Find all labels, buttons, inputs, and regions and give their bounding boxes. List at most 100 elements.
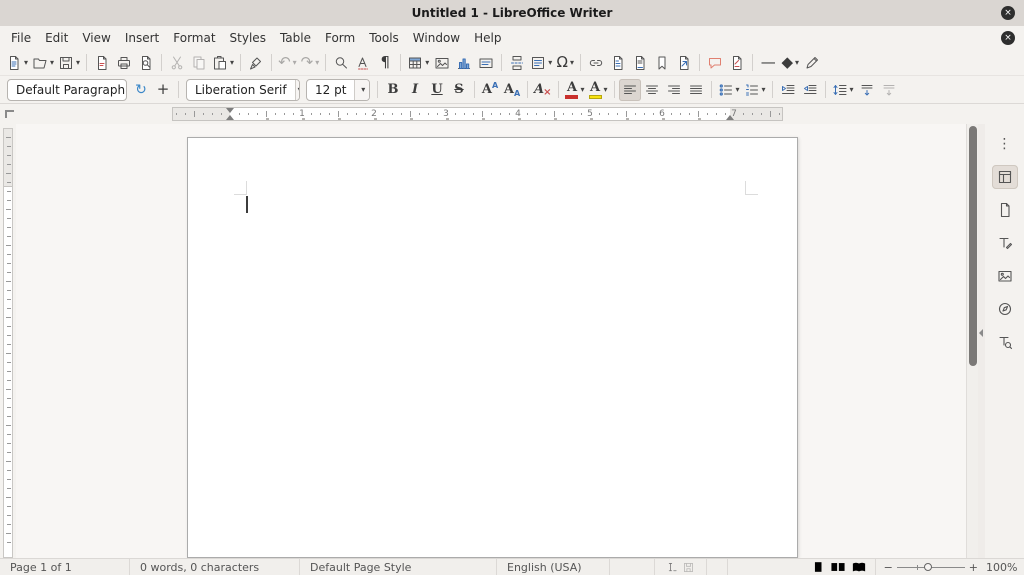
bookmark-button[interactable]: [651, 52, 673, 74]
dropdown-arrow-icon[interactable]: ▾: [293, 58, 297, 67]
zoom-out-button[interactable]: −: [884, 561, 893, 574]
dropdown-arrow-icon[interactable]: ▾: [736, 85, 740, 94]
selection-mode-icon[interactable]: [666, 561, 679, 574]
paragraph-spacing-button[interactable]: [856, 79, 878, 101]
dropdown-arrow-icon[interactable]: ▾: [230, 58, 234, 67]
endnote-button[interactable]: [629, 52, 651, 74]
insert-line-button[interactable]: —: [757, 52, 779, 74]
language-status[interactable]: English (USA): [497, 559, 610, 575]
zoom-in-button[interactable]: +: [969, 561, 978, 574]
track-changes-button[interactable]: [726, 52, 748, 74]
cross-reference-button[interactable]: [673, 52, 695, 74]
sidebar-tab-styles[interactable]: [992, 231, 1018, 255]
insert-chart-button[interactable]: [453, 52, 475, 74]
footnote-button[interactable]: [607, 52, 629, 74]
new-style-button[interactable]: +: [152, 79, 174, 101]
page-number-status[interactable]: Page 1 of 1: [0, 559, 130, 575]
dropdown-arrow-icon[interactable]: ▾: [50, 58, 54, 67]
underline-button[interactable]: U: [426, 79, 448, 101]
spelling-button[interactable]: [352, 52, 374, 74]
superscript-button[interactable]: AA: [479, 79, 501, 101]
dropdown-arrow-icon[interactable]: ▾: [762, 85, 766, 94]
bold-button[interactable]: B: [382, 79, 404, 101]
subscript-button[interactable]: AA: [501, 79, 523, 101]
update-style-button[interactable]: ↻: [130, 79, 152, 101]
sidebar-tab-style-inspector[interactable]: [992, 330, 1018, 354]
dropdown-arrow-icon[interactable]: ▾: [24, 58, 28, 67]
insert-textbox-button[interactable]: [475, 52, 497, 74]
italic-button[interactable]: I: [404, 79, 426, 101]
single-page-view-icon[interactable]: [811, 560, 825, 574]
formatting-marks-button[interactable]: ¶: [374, 52, 396, 74]
insert-image-button[interactable]: [431, 52, 453, 74]
page-style-status[interactable]: Default Page Style: [300, 559, 497, 575]
dropdown-arrow-icon[interactable]: ▾: [548, 58, 552, 67]
clear-formatting-button[interactable]: A×: [532, 79, 554, 101]
vertical-scrollbar[interactable]: [966, 124, 978, 558]
font-color-button[interactable]: A▾: [563, 79, 586, 101]
book-view-icon[interactable]: [851, 560, 867, 574]
line-spacing-button[interactable]: ▾: [830, 79, 856, 101]
dropdown-arrow-icon[interactable]: ▾: [850, 85, 854, 94]
right-margin-marker[interactable]: [726, 115, 734, 120]
menu-view[interactable]: View: [75, 28, 117, 48]
window-close-button[interactable]: ×: [1001, 6, 1015, 20]
new-document-button[interactable]: ▾: [4, 52, 30, 74]
export-pdf-button[interactable]: [91, 52, 113, 74]
zoom-slider-knob[interactable]: [924, 563, 932, 571]
open-button[interactable]: ▾: [30, 52, 56, 74]
paste-button[interactable]: ▾: [210, 52, 236, 74]
font-size-combo[interactable]: 12 pt ▾: [306, 79, 370, 101]
dropdown-arrow-icon[interactable]: ▾: [604, 85, 608, 94]
sidebar-tab-sidebar-settings[interactable]: ⋮: [992, 132, 1018, 156]
menu-form[interactable]: Form: [318, 28, 362, 48]
dropdown-arrow-icon[interactable]: ▾: [580, 85, 584, 94]
bullet-list-button[interactable]: ▾: [716, 79, 742, 101]
save-button[interactable]: ▾: [56, 52, 82, 74]
decrease-indent-button[interactable]: [799, 79, 821, 101]
numbered-list-button[interactable]: ▾: [742, 79, 768, 101]
menu-edit[interactable]: Edit: [38, 28, 75, 48]
zoom-slider[interactable]: [897, 567, 965, 568]
horizontal-ruler[interactable]: 1234567: [172, 107, 783, 121]
find-replace-button[interactable]: [330, 52, 352, 74]
sidebar-tab-navigator[interactable]: [992, 297, 1018, 321]
multi-page-view-icon[interactable]: [830, 560, 846, 574]
draw-functions-button[interactable]: [801, 52, 823, 74]
align-right-button[interactable]: [663, 79, 685, 101]
hyperlink-button[interactable]: [585, 52, 607, 74]
scrollbar-thumb[interactable]: [969, 126, 977, 366]
insert-table-button[interactable]: ▾: [405, 52, 431, 74]
page-break-button[interactable]: [506, 52, 528, 74]
highlight-color-button[interactable]: A▾: [587, 79, 610, 101]
align-center-button[interactable]: [641, 79, 663, 101]
clone-formatting-button[interactable]: [245, 52, 267, 74]
zoom-percentage[interactable]: 100%: [986, 561, 1024, 574]
menu-window[interactable]: Window: [406, 28, 467, 48]
menu-help[interactable]: Help: [467, 28, 508, 48]
menu-styles[interactable]: Styles: [223, 28, 273, 48]
left-margin-marker[interactable]: [226, 108, 234, 113]
dropdown-arrow-icon[interactable]: ▾: [76, 58, 80, 67]
font-name-combo[interactable]: Liberation Serif ▾: [186, 79, 300, 101]
font-name-dropdown[interactable]: ▾: [295, 80, 300, 100]
menu-insert[interactable]: Insert: [118, 28, 166, 48]
special-character-button[interactable]: Ω▾: [554, 52, 576, 74]
menu-format[interactable]: Format: [166, 28, 222, 48]
left-margin-marker[interactable]: [226, 115, 234, 120]
align-justify-button[interactable]: [685, 79, 707, 101]
document-page[interactable]: [187, 137, 798, 558]
sidebar-hide-handle[interactable]: [978, 124, 985, 558]
sidebar-tab-properties[interactable]: [992, 165, 1018, 189]
font-size-dropdown[interactable]: ▾: [354, 80, 369, 100]
menu-table[interactable]: Table: [273, 28, 318, 48]
word-count-status[interactable]: 0 words, 0 characters: [130, 559, 300, 575]
menu-file[interactable]: File: [4, 28, 38, 48]
menu-tools[interactable]: Tools: [362, 28, 406, 48]
dropdown-arrow-icon[interactable]: ▾: [570, 58, 574, 67]
vertical-ruler[interactable]: [0, 124, 16, 558]
print-button[interactable]: [113, 52, 135, 74]
comment-button[interactable]: [704, 52, 726, 74]
align-left-button[interactable]: [619, 79, 641, 101]
document-close-button[interactable]: ×: [1001, 31, 1015, 45]
